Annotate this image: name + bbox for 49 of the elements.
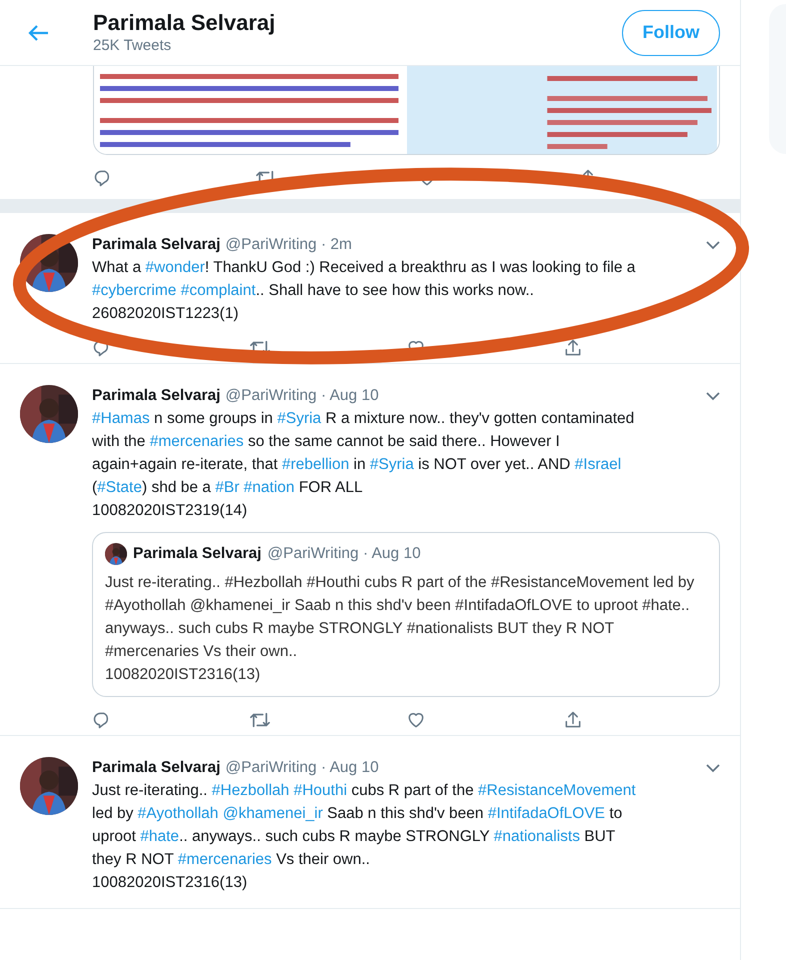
share-icon[interactable] bbox=[563, 338, 583, 358]
hashtag-link[interactable]: #State bbox=[97, 479, 142, 496]
hashtag-link[interactable]: #hate bbox=[140, 828, 180, 845]
author-name[interactable]: Parimala Selvaraj bbox=[92, 234, 220, 256]
tweet-tag: 10082020IST2316(13) bbox=[105, 663, 707, 686]
hashtag-link[interactable]: #rebellion bbox=[282, 456, 350, 473]
hashtag-link[interactable]: #Syria bbox=[370, 456, 414, 473]
hashtag-link[interactable]: #Israel bbox=[574, 456, 622, 473]
hashtag-link[interactable]: #wonder bbox=[145, 259, 205, 276]
hashtag-link[interactable]: #Houthi bbox=[294, 782, 348, 799]
tweet-text: What a #wonder! ThankU God :) Received a breakthru as I was looking to file a #cybercrime #complaint.. Shall have to see how this works now.. bbox=[92, 258, 636, 301]
hashtag-link[interactable]: #mercenaries bbox=[150, 433, 244, 450]
hashtag-link[interactable]: #cybercrime bbox=[92, 282, 181, 299]
caret-icon[interactable] bbox=[706, 764, 720, 772]
follow-button[interactable]: Follow bbox=[622, 10, 720, 56]
handle-and-time: @PariWriting · Aug 10 bbox=[225, 758, 380, 778]
hashtag-link[interactable]: #IntifadaOfLOVE bbox=[488, 805, 606, 822]
handle-and-time: @PariWriting · Aug 10 bbox=[225, 386, 380, 406]
profile-name: Parimala Selvaraj bbox=[93, 10, 276, 36]
handle-and-time: @PariWriting · Aug 10 bbox=[267, 545, 422, 563]
tweet-tag: 10082020IST2316(13) bbox=[92, 871, 720, 894]
handle-and-time: @PariWriting · 2m bbox=[225, 235, 353, 255]
hashtag-link[interactable]: #nation bbox=[244, 479, 295, 496]
hashtag-link[interactable]: #Ayothollah bbox=[138, 805, 223, 822]
caret-icon[interactable] bbox=[706, 240, 720, 250]
author-name[interactable]: Parimala Selvaraj bbox=[92, 757, 220, 779]
retweet-icon[interactable] bbox=[249, 710, 271, 730]
hashtag-link[interactable]: #complaint bbox=[180, 282, 256, 299]
tweet-tag: 10082020IST2319(14) bbox=[92, 499, 720, 522]
tweet-text: #Hamas n some groups in #Syria R a mixture now.. they'v gotten contaminated with the #mercenaries so the same cannot be said there.. However I again+again re-iterate, that #rebellion in #Syria is NOT over yet.. AND #Israel (#State) shd be a #Br #nation FOR ALL bbox=[92, 409, 636, 498]
hashtag-link[interactable]: #ResistanceMovement bbox=[478, 782, 636, 799]
hashtag-link[interactable]: #Hezbollah bbox=[212, 782, 294, 799]
tweet-count: 25K Tweets bbox=[93, 36, 172, 56]
share-icon[interactable] bbox=[563, 710, 583, 730]
heart-icon[interactable] bbox=[406, 710, 426, 730]
hashtag-link[interactable]: #Hamas bbox=[92, 410, 150, 427]
tweet-text: Just re-iterating.. #Hezbollah #Houthi cubs R part of the #ResistanceMovement led by #Ayothollah @khamenei_ir Saab n this shd'v been #IntifadaOfLOVE to uproot #hate.. anyways.. such cubs R maybe STRONGLY #nationalists BUT they R NOT #mercenaries Vs their own.. bbox=[105, 573, 696, 662]
back-icon[interactable] bbox=[28, 24, 50, 42]
quoted-tweet[interactable] bbox=[92, 532, 720, 697]
hashtag-link[interactable]: #Syria bbox=[277, 410, 322, 427]
caret-icon[interactable] bbox=[706, 392, 720, 400]
author-name[interactable]: Parimala Selvaraj bbox=[92, 385, 220, 407]
tweet-text: Just re-iterating.. #Hezbollah #Houthi cubs R part of the #ResistanceMovement led by #Ayothollah @khamenei_ir Saab n this shd'v been #IntifadaOfLOVE to uproot #hate.. anyways.. such cubs R maybe STRONGLY #nationalists BUT they R NOT #mercenaries Vs their own.. bbox=[92, 781, 637, 870]
hashtag-link[interactable]: #mercenaries bbox=[178, 851, 272, 868]
tweet-tag: 26082020IST1223(1) bbox=[92, 302, 720, 325]
hashtag-link[interactable]: #nationalists bbox=[494, 828, 580, 845]
mention-link[interactable]: @khamenei_ir bbox=[222, 805, 323, 822]
author-name[interactable]: Parimala Selvaraj bbox=[133, 545, 262, 563]
hashtag-link[interactable]: #Br bbox=[215, 479, 244, 496]
